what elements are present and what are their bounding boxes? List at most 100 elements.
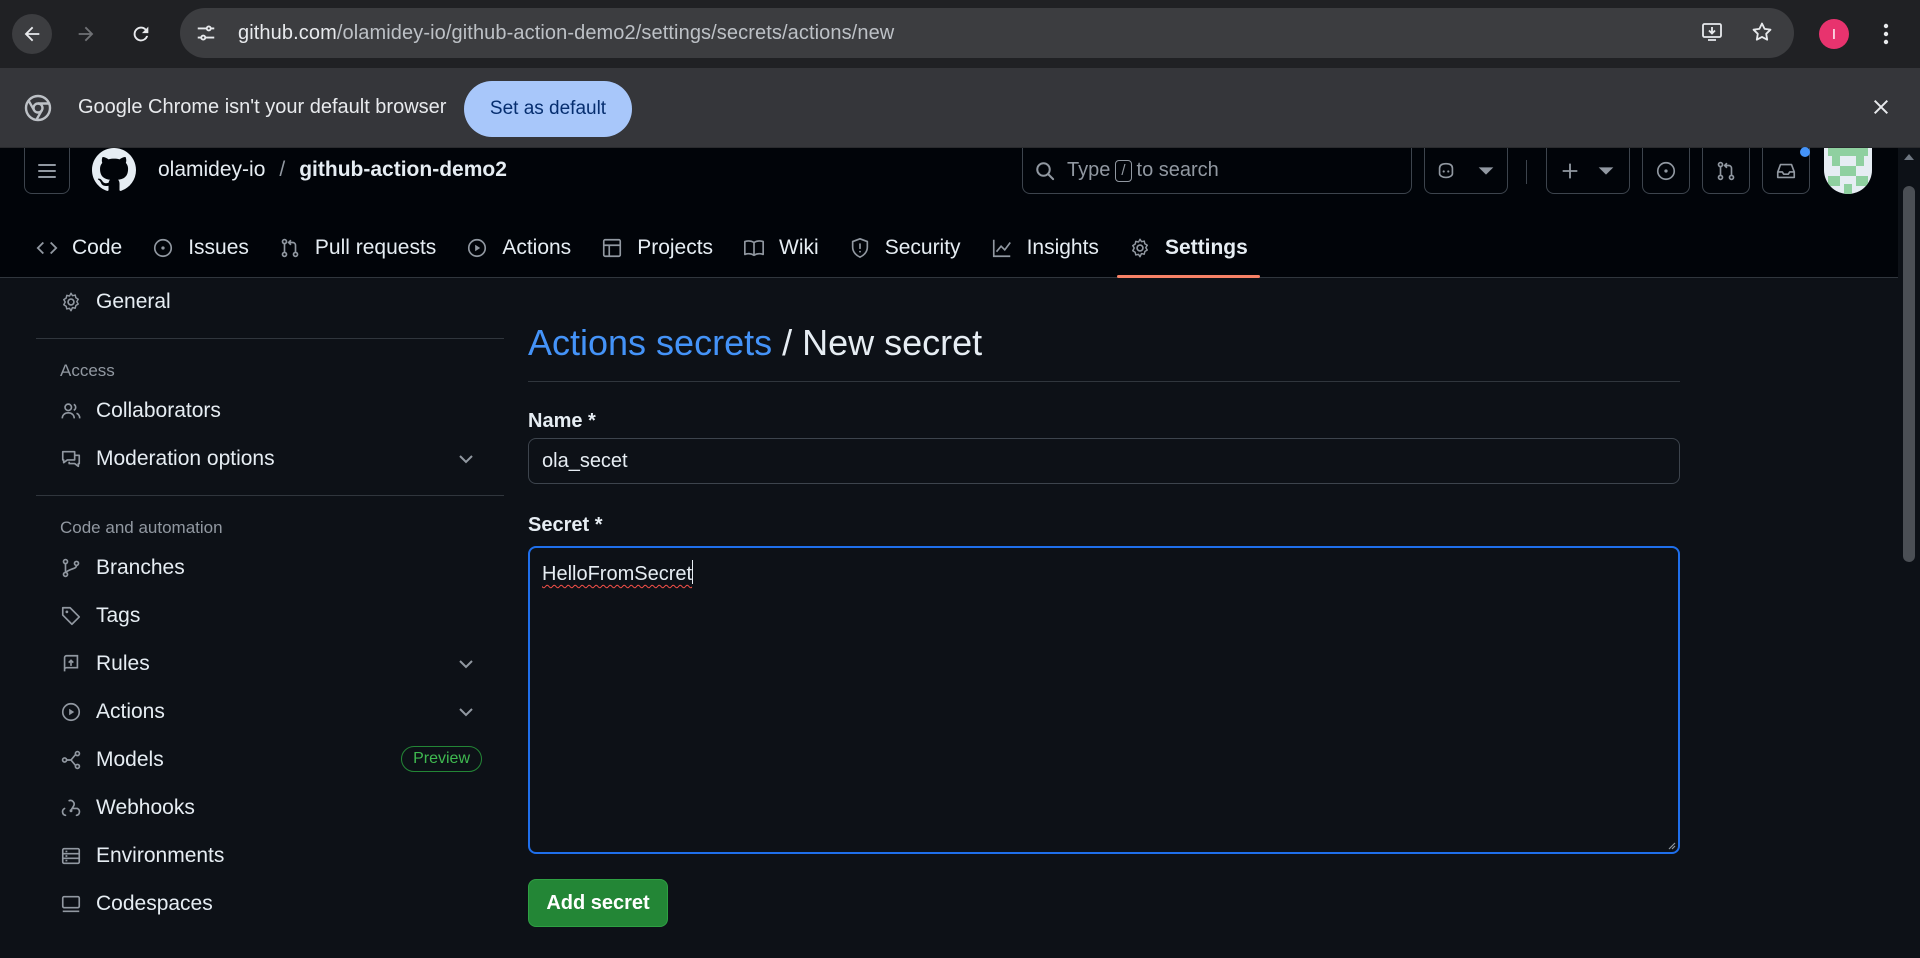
repo-breadcrumb: olamidey-io / github-action-demo2 bbox=[158, 158, 507, 182]
close-icon bbox=[1873, 99, 1889, 115]
sidebar-item-rules[interactable]: Rules bbox=[36, 640, 504, 688]
bookmark-star-icon[interactable] bbox=[1750, 20, 1774, 44]
sidebar-item-webhooks-label: Webhooks bbox=[96, 796, 195, 819]
add-secret-button[interactable]: Add secret bbox=[528, 879, 668, 927]
issue-opened-icon bbox=[1656, 161, 1676, 180]
name-field-label: Name * bbox=[528, 410, 596, 432]
sidebar-item-moderation[interactable]: Moderation options bbox=[36, 435, 504, 483]
reload-button[interactable] bbox=[121, 14, 161, 54]
tab-security[interactable]: Security bbox=[837, 220, 973, 276]
tab-pull-requests[interactable]: Pull requests bbox=[267, 220, 448, 276]
title-divider bbox=[528, 381, 1680, 382]
server-icon bbox=[61, 847, 81, 865]
set-as-default-button[interactable]: Set as default bbox=[464, 81, 632, 137]
tab-projects[interactable]: Projects bbox=[589, 220, 725, 276]
webhook-icon bbox=[61, 799, 81, 817]
tab-actions[interactable]: Actions bbox=[454, 220, 583, 276]
tag-icon bbox=[61, 606, 81, 626]
default-browser-infobar: Google Chrome isn't your default browser… bbox=[0, 68, 1920, 148]
search-icon bbox=[1036, 161, 1055, 180]
sidebar-item-branches[interactable]: Branches bbox=[36, 544, 504, 592]
your-issues-button[interactable] bbox=[1642, 148, 1690, 194]
sidebar-item-rules-label: Rules bbox=[96, 652, 150, 675]
sidebar-divider bbox=[36, 495, 504, 496]
tab-projects-label: Projects bbox=[637, 236, 714, 259]
sidebar-item-general[interactable]: General bbox=[36, 278, 504, 326]
url-text: github.com/olamidey-io/github-action-dem… bbox=[238, 21, 895, 44]
graph-icon bbox=[992, 239, 1011, 258]
reload-icon bbox=[133, 26, 149, 42]
page-title-text: / New secret bbox=[772, 322, 983, 363]
ai-model-icon bbox=[61, 750, 81, 770]
sidebar-item-models[interactable]: Models Preview bbox=[36, 736, 504, 784]
tab-code[interactable]: Code bbox=[24, 220, 134, 276]
sidebar-item-collaborators[interactable]: Collaborators bbox=[36, 387, 504, 435]
identicon-icon bbox=[1824, 148, 1872, 194]
chrome-logo-icon bbox=[24, 94, 52, 122]
page-title: Actions secrets / New secret bbox=[528, 322, 982, 364]
sidebar-divider bbox=[36, 338, 504, 339]
sidebar-heading-access: Access bbox=[60, 361, 115, 380]
sidebar-item-environments[interactable]: Environments bbox=[36, 832, 504, 880]
scrollbar-thumb[interactable] bbox=[1903, 186, 1915, 562]
play-icon bbox=[61, 702, 81, 722]
search-placeholder-prefix: Type bbox=[1067, 159, 1111, 181]
sidebar-item-models-label: Models bbox=[96, 748, 164, 771]
scroll-up-arrow-icon[interactable] bbox=[1903, 152, 1915, 162]
site-info-button[interactable] bbox=[188, 15, 224, 51]
play-icon bbox=[468, 238, 487, 258]
resize-grip-icon[interactable] bbox=[1666, 840, 1676, 850]
tab-actions-label: Actions bbox=[502, 236, 572, 259]
github-logo-icon[interactable] bbox=[92, 148, 136, 192]
pull-request-icon bbox=[281, 238, 299, 258]
text-caret bbox=[692, 560, 694, 584]
preview-badge: Preview bbox=[401, 746, 482, 772]
secret-field-label: Secret * bbox=[528, 514, 603, 536]
comment-discussion-icon bbox=[61, 450, 81, 468]
codespaces-icon bbox=[61, 895, 81, 913]
secret-name-input[interactable] bbox=[528, 438, 1680, 484]
infobar-close-button[interactable] bbox=[1868, 94, 1894, 120]
shield-icon bbox=[851, 238, 868, 258]
create-new-button[interactable] bbox=[1546, 148, 1630, 194]
profile-avatar[interactable]: I bbox=[1819, 19, 1849, 49]
git-branch-icon bbox=[62, 558, 80, 578]
forward-button[interactable] bbox=[66, 14, 106, 54]
user-avatar[interactable] bbox=[1824, 148, 1872, 194]
repo-link[interactable]: github-action-demo2 bbox=[299, 158, 507, 181]
table-icon bbox=[603, 238, 622, 258]
search-shortcut-key: / bbox=[1115, 159, 1132, 182]
tab-wiki[interactable]: Wiki bbox=[731, 220, 831, 276]
actions-secrets-link[interactable]: Actions secrets bbox=[528, 322, 772, 363]
header-divider bbox=[1526, 160, 1527, 184]
browser-toolbar: github.com/olamidey-io/github-action-dem… bbox=[0, 0, 1920, 68]
address-bar[interactable]: github.com/olamidey-io/github-action-dem… bbox=[180, 8, 1794, 58]
copilot-button[interactable] bbox=[1424, 148, 1508, 194]
repo-push-icon bbox=[63, 654, 79, 672]
triangle-down-icon bbox=[1478, 166, 1494, 175]
open-menu-button[interactable] bbox=[24, 148, 70, 194]
sidebar-item-environments-label: Environments bbox=[96, 844, 225, 867]
secret-value-textarea[interactable]: HelloFromSecret bbox=[528, 546, 1680, 854]
tab-settings[interactable]: Settings bbox=[1116, 220, 1260, 278]
install-app-icon[interactable] bbox=[1700, 20, 1724, 44]
repo-nav-tabs: Code Issues Pull requests Actions Projec… bbox=[0, 220, 1266, 278]
tab-insights[interactable]: Insights bbox=[979, 220, 1111, 276]
your-pull-requests-button[interactable] bbox=[1702, 148, 1750, 194]
people-icon bbox=[61, 403, 81, 419]
sidebar-item-webhooks[interactable]: Webhooks bbox=[36, 784, 504, 832]
github-header: olamidey-io / github-action-demo2 Type / to … bbox=[0, 148, 1898, 278]
search-input[interactable]: Type / to search bbox=[1022, 148, 1412, 194]
back-button[interactable] bbox=[12, 14, 52, 54]
tab-issues[interactable]: Issues bbox=[140, 220, 261, 276]
tab-security-label: Security bbox=[884, 236, 961, 259]
book-icon bbox=[744, 240, 765, 257]
chevron-down-icon bbox=[459, 660, 473, 669]
chrome-menu-button[interactable] bbox=[1874, 18, 1898, 50]
copilot-icon bbox=[1438, 162, 1454, 178]
sidebar-heading-code-automation: Code and automation bbox=[60, 518, 223, 537]
owner-link[interactable]: olamidey-io bbox=[158, 158, 265, 181]
sidebar-item-tags[interactable]: Tags bbox=[36, 592, 504, 640]
sidebar-item-codespaces[interactable]: Codespaces bbox=[36, 880, 504, 928]
sidebar-item-actions[interactable]: Actions bbox=[36, 688, 504, 736]
